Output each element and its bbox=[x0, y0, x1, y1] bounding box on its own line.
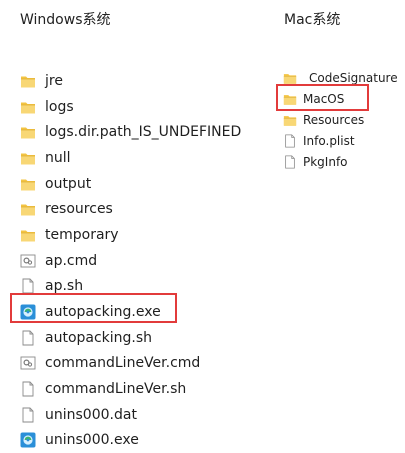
blank-file-icon bbox=[283, 154, 297, 169]
file-label: ap.sh bbox=[45, 278, 84, 295]
file-label: ap.cmd bbox=[45, 252, 98, 269]
file-item-output[interactable]: output bbox=[20, 171, 241, 197]
file-item-logs[interactable]: logs bbox=[20, 94, 241, 120]
folder-icon bbox=[20, 99, 36, 115]
file-label: jre bbox=[45, 72, 63, 89]
file-label: commandLineVer.cmd bbox=[45, 355, 201, 372]
file-item-info-plist[interactable]: Info.plist bbox=[283, 130, 398, 151]
blank-file-icon bbox=[20, 330, 36, 346]
file-label: PkgInfo bbox=[303, 154, 348, 169]
file-label: Info.plist bbox=[303, 133, 355, 148]
highlight-box-macos bbox=[276, 84, 369, 111]
file-label: unins000.exe bbox=[45, 432, 139, 449]
blank-file-icon bbox=[283, 133, 297, 148]
file-label: temporary bbox=[45, 226, 119, 243]
cmd-file-icon bbox=[20, 355, 36, 371]
file-item-commandlinever-sh[interactable]: commandLineVer.sh bbox=[20, 376, 241, 402]
folder-icon bbox=[20, 150, 36, 166]
folder-icon bbox=[20, 227, 36, 243]
mac-file-list: _CodeSignature MacOS Resources Info.plis… bbox=[283, 67, 398, 172]
folder-icon bbox=[20, 124, 36, 140]
folder-icon bbox=[20, 73, 36, 89]
file-item-pkginfo[interactable]: PkgInfo bbox=[283, 151, 398, 172]
file-item-resources[interactable]: resources bbox=[20, 196, 241, 222]
file-item-logs-dir[interactable]: logs.dir.path_IS_UNDEFINED bbox=[20, 119, 241, 145]
folder-icon bbox=[283, 113, 297, 127]
file-item-temporary[interactable]: temporary bbox=[20, 222, 241, 248]
file-item-resources-mac[interactable]: Resources bbox=[283, 109, 398, 130]
file-label: unins000.dat bbox=[45, 406, 137, 423]
cmd-file-icon bbox=[20, 253, 36, 269]
blank-file-icon bbox=[20, 407, 36, 423]
windows-heading: Windows系统 bbox=[20, 12, 111, 28]
windows-file-list: jre logs logs.dir.path_IS_UNDEFINED null… bbox=[20, 68, 241, 453]
file-label: logs bbox=[45, 98, 74, 115]
folder-icon bbox=[20, 201, 36, 217]
exe-app-icon bbox=[20, 432, 36, 448]
file-item-ap-cmd[interactable]: ap.cmd bbox=[20, 248, 241, 274]
file-label: resources bbox=[45, 201, 113, 218]
file-label: commandLineVer.sh bbox=[45, 381, 187, 398]
file-item-unins000-exe[interactable]: unins000.exe bbox=[20, 428, 241, 453]
file-label: output bbox=[45, 175, 92, 192]
mac-heading: Mac系统 bbox=[284, 12, 341, 28]
file-item-commandlinever-cmd[interactable]: commandLineVer.cmd bbox=[20, 351, 241, 377]
blank-file-icon bbox=[20, 381, 36, 397]
file-label: null bbox=[45, 149, 71, 166]
file-item-null[interactable]: null bbox=[20, 145, 241, 171]
folder-icon bbox=[20, 176, 36, 192]
file-item-unins000-dat[interactable]: unins000.dat bbox=[20, 402, 241, 428]
file-label: logs.dir.path_IS_UNDEFINED bbox=[45, 124, 242, 141]
file-item-autopacking-sh[interactable]: autopacking.sh bbox=[20, 325, 241, 351]
highlight-box-autopacking-exe bbox=[10, 293, 177, 323]
file-item-jre[interactable]: jre bbox=[20, 68, 241, 94]
folder-icon bbox=[283, 71, 297, 85]
file-label: Resources bbox=[303, 112, 365, 127]
file-label: _CodeSignature bbox=[303, 70, 398, 85]
blank-file-icon bbox=[20, 278, 36, 294]
file-label: autopacking.sh bbox=[45, 329, 153, 346]
